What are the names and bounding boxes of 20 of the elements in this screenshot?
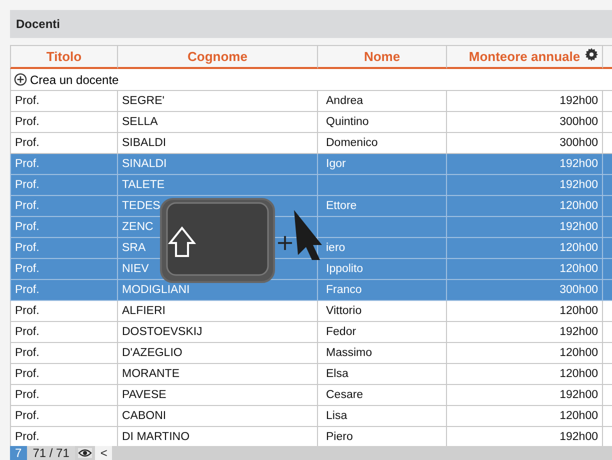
record-count: 71 / 71: [26, 446, 76, 460]
add-icon[interactable]: [14, 73, 27, 86]
plus-icon: [277, 235, 293, 251]
table-row[interactable]: Prof. D'AZEGLIO Massimo 120h00: [10, 343, 612, 364]
eye-icon[interactable]: [78, 448, 92, 458]
cursor-icon: [292, 209, 324, 261]
shift-key-icon: [160, 198, 275, 283]
table-row[interactable]: Prof. SELLA Quintino 300h00: [10, 112, 612, 133]
create-teacher-link[interactable]: Crea un docente: [30, 72, 119, 86]
table-row[interactable]: Prof. MORANTE Elsa 120h00: [10, 364, 612, 385]
scroll-left-button[interactable]: <: [95, 446, 112, 460]
table-row[interactable]: Prof. ALFIERI Vittorio 120h00: [10, 301, 612, 322]
table-row[interactable]: Prof. SIBALDI Domenico 300h00: [10, 133, 612, 154]
table-row[interactable]: Prof. SEGRE' Andrea 192h00: [10, 91, 612, 112]
table-row[interactable]: Prof. DI MARTINO Piero 192h00: [10, 427, 612, 448]
table-row[interactable]: Prof. PAVESE Cesare 192h00: [10, 385, 612, 406]
panel-title: Docenti: [10, 10, 612, 38]
table-row[interactable]: Prof. CABONI Lisa 120h00: [10, 406, 612, 427]
table-row[interactable]: Prof. DOSTOEVSKIJ Fedor 192h00: [10, 322, 612, 343]
settings-icon[interactable]: [585, 48, 598, 61]
